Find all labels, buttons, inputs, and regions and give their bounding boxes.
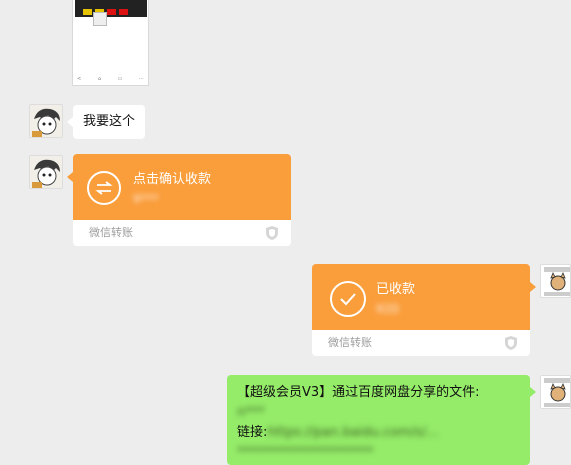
avatar-cartoon-icon (30, 105, 62, 137)
thumbnail-nav: < ⌂ ▭ ⋯ (77, 76, 144, 82)
transfer-amount: ¥20 (376, 302, 399, 316)
shield-icon (505, 336, 517, 350)
share-link[interactable]: https://pan.baidu.com/s/... (267, 425, 438, 440)
thumbnail-block (107, 9, 116, 15)
thumbnail-block (83, 9, 92, 15)
shared-image-thumbnail[interactable]: < ⌂ ▭ ⋯ (72, 0, 149, 86)
thumbnail-qr (93, 12, 107, 26)
share-link-label: 链接: (237, 425, 268, 440)
transfer-amount: ¥*** (133, 192, 159, 206)
transfer-card-incoming[interactable]: 点击确认收款 ¥*** 微信转账 (67, 154, 291, 246)
transfer-card-received[interactable]: 已收款 ¥20 微信转账 (312, 264, 536, 356)
shield-icon (266, 226, 278, 240)
transfer-title: 已收款 (376, 282, 416, 297)
share-filename: n*** (237, 405, 265, 420)
transfer-arrows-icon (87, 171, 121, 205)
share-title: 【超级会员V3】通过百度网盘分享的文件: (237, 385, 480, 400)
avatar-self[interactable] (540, 375, 571, 409)
message-bubble[interactable]: 我要这个 (66, 105, 146, 139)
avatar-cat-icon (541, 265, 570, 297)
transfer-footer: 微信转账 (328, 336, 372, 349)
thumbnail-block (119, 9, 128, 15)
avatar[interactable] (29, 104, 63, 138)
transfer-title: 点击确认收款 (133, 172, 212, 187)
avatar[interactable] (29, 155, 63, 189)
checkmark-icon (330, 281, 366, 317)
avatar-self[interactable] (540, 264, 571, 298)
share-message-bubble[interactable]: 【超级会员V3】通过百度网盘分享的文件: n*** 链接:https://pan… (227, 375, 536, 465)
avatar-cartoon-icon (30, 156, 62, 188)
avatar-cat-icon (541, 376, 570, 408)
transfer-footer: 微信转账 (89, 226, 133, 239)
share-code: ********************* (237, 445, 374, 460)
